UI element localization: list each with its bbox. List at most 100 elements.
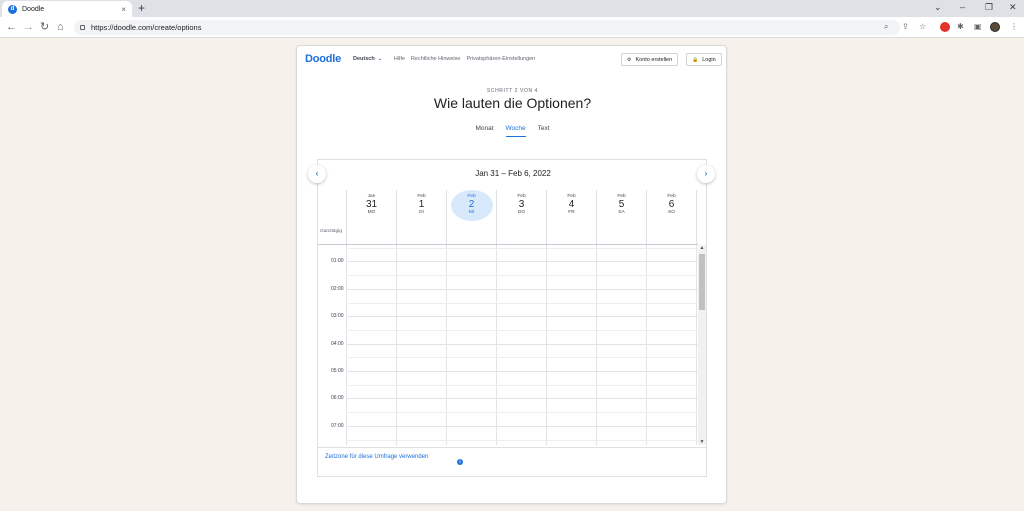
day-header[interactable]: Feb 1 DI xyxy=(396,190,446,244)
hour-line xyxy=(346,316,698,318)
hour-line xyxy=(346,398,698,400)
hour-label: 05:00 xyxy=(331,368,344,374)
half-hour-line xyxy=(346,275,698,277)
chevron-down-icon: ⌄ xyxy=(377,56,382,62)
privacy-link[interactable]: Privatsphären-Einstellungen xyxy=(466,56,535,62)
grid-scrollbar[interactable]: ▲ ▼ xyxy=(698,245,706,445)
hour-line xyxy=(346,288,698,290)
hour-line xyxy=(346,371,698,372)
opera-extension-icon[interactable] xyxy=(940,22,950,32)
zoom-icon[interactable]: ⌕ xyxy=(884,22,888,32)
create-account-label: Konto erstellen xyxy=(635,56,673,63)
tab-search-dropdown-icon[interactable]: ⌄ xyxy=(934,2,942,13)
half-hour-line xyxy=(346,302,698,304)
page-title: Wie lauten die Optionen? xyxy=(433,95,592,111)
hour-label: 07:00 xyxy=(331,422,344,429)
extensions-puzzle-icon[interactable]: ✱ xyxy=(957,22,964,31)
time-grid[interactable]: 00:0001:0002:0003:0004:0005:0006:0007:00 xyxy=(318,245,698,445)
browser-tab[interactable]: d Doodle × xyxy=(2,1,132,17)
home-button[interactable]: ⌂ xyxy=(57,20,64,34)
login-label: Login xyxy=(702,56,716,63)
half-hour-line xyxy=(346,357,698,359)
doodle-logo[interactable]: Doodle xyxy=(305,53,341,65)
lock-icon[interactable] xyxy=(80,25,85,30)
day-of-week: MO xyxy=(367,210,376,215)
timezone-link[interactable]: Zeitzone für diese Umfrage verwenden xyxy=(325,453,435,461)
bookmark-star-icon[interactable]: ☆ xyxy=(919,22,926,31)
scroll-down-icon[interactable]: ▼ xyxy=(698,439,706,445)
half-hour-line xyxy=(346,329,698,331)
day-number: 5 xyxy=(618,199,625,210)
account-icon: ⚙ xyxy=(627,56,632,63)
tab-week[interactable]: Woche xyxy=(505,125,526,137)
day-of-week: MI xyxy=(468,210,475,215)
share-icon[interactable]: ⇪ xyxy=(902,22,909,31)
day-header[interactable]: Feb 6 SO xyxy=(646,190,696,244)
browser-menu-icon[interactable]: ⋮ xyxy=(1010,22,1018,31)
browser-toolbar: ← → ↻ ⌂ https://doodle.com/create/option… xyxy=(0,17,1024,38)
sidebar-icon[interactable]: ▣ xyxy=(974,22,982,31)
doodle-favicon-icon: d xyxy=(8,4,17,14)
address-bar[interactable]: https://doodle.com/create/options xyxy=(74,20,900,35)
language-selector[interactable]: Deutsch ⌄ xyxy=(353,56,382,62)
half-hour-line xyxy=(346,439,698,441)
day-header[interactable]: Feb 4 FR xyxy=(546,190,596,244)
day-number: 6 xyxy=(668,199,675,210)
day-header[interactable]: Jan 31 MO xyxy=(346,190,396,244)
step-indicator: SCHRITT 2 VON 4 xyxy=(486,88,539,94)
timezone-divider xyxy=(318,447,706,448)
doodle-card: Doodle Deutsch ⌄ Hilfe Rechtliche Hinweis… xyxy=(296,45,727,504)
hour-label: 04:00 xyxy=(331,340,344,347)
day-number: 31 xyxy=(365,199,378,210)
hour-label: 03:00 xyxy=(331,313,344,320)
browser-tabstrip: d Doodle × + ⌄ – ❐ ✕ xyxy=(0,0,1024,17)
hour-label: 02:00 xyxy=(331,285,344,292)
create-account-button[interactable]: ⚙ Konto erstellen xyxy=(621,53,679,66)
half-hour-line xyxy=(346,247,698,249)
tab-close-icon[interactable]: × xyxy=(121,5,126,14)
day-header[interactable]: Feb 2 MI xyxy=(446,190,496,244)
view-tabs: Monat Woche Text xyxy=(297,125,728,137)
reload-button[interactable]: ↻ xyxy=(40,20,49,34)
next-week-button[interactable]: › xyxy=(697,165,715,183)
scrollbar-thumb[interactable] xyxy=(699,254,705,310)
half-hour-line xyxy=(346,412,698,414)
hour-line xyxy=(346,261,698,263)
day-number: 4 xyxy=(568,199,575,210)
forward-button[interactable]: → xyxy=(23,20,34,34)
hour-line xyxy=(346,425,698,427)
language-label: Deutsch xyxy=(353,56,375,62)
day-of-week: DI xyxy=(419,210,424,215)
day-header-edge xyxy=(696,190,698,244)
new-tab-button[interactable]: + xyxy=(138,2,145,15)
day-of-week: FR xyxy=(568,210,575,215)
day-number: 1 xyxy=(418,199,425,210)
tab-title: Doodle xyxy=(22,5,45,13)
date-range-title: Jan 31 – Feb 6, 2022 xyxy=(475,169,551,178)
tab-month[interactable]: Monat xyxy=(475,125,493,137)
login-button[interactable]: 🔒 Login xyxy=(686,53,722,66)
help-link[interactable]: Hilfe xyxy=(394,56,405,62)
day-of-week: SO xyxy=(668,210,675,215)
restore-button[interactable]: ❐ xyxy=(985,2,993,13)
back-button[interactable]: ← xyxy=(6,20,17,34)
url-text[interactable]: https://doodle.com/create/options xyxy=(91,23,201,32)
hour-label: 01:00 xyxy=(331,258,344,265)
day-of-week: SA xyxy=(618,210,625,215)
lock-icon: 🔒 xyxy=(692,56,699,63)
hour-line xyxy=(346,343,698,345)
day-number: 3 xyxy=(518,199,525,210)
day-header[interactable]: Feb 3 DO xyxy=(496,190,546,244)
scroll-up-icon[interactable]: ▲ xyxy=(698,245,706,251)
day-of-week: DO xyxy=(517,210,526,215)
profile-avatar[interactable] xyxy=(990,22,1000,32)
legal-link[interactable]: Rechtliche Hinweise xyxy=(411,56,461,62)
day-header[interactable]: Feb 5 SA xyxy=(596,190,646,244)
week-calendar: ‹ Jan 31 – Feb 6, 2022 › Jan 31 MO Feb 1 DI Fe… xyxy=(308,159,715,477)
info-icon[interactable]: i xyxy=(457,459,463,465)
day-number: 2 xyxy=(468,199,475,210)
close-window-button[interactable]: ✕ xyxy=(1009,2,1017,13)
hour-label: 06:00 xyxy=(331,395,344,402)
tab-text[interactable]: Text xyxy=(538,125,550,137)
minimize-button[interactable]: – xyxy=(960,2,965,12)
